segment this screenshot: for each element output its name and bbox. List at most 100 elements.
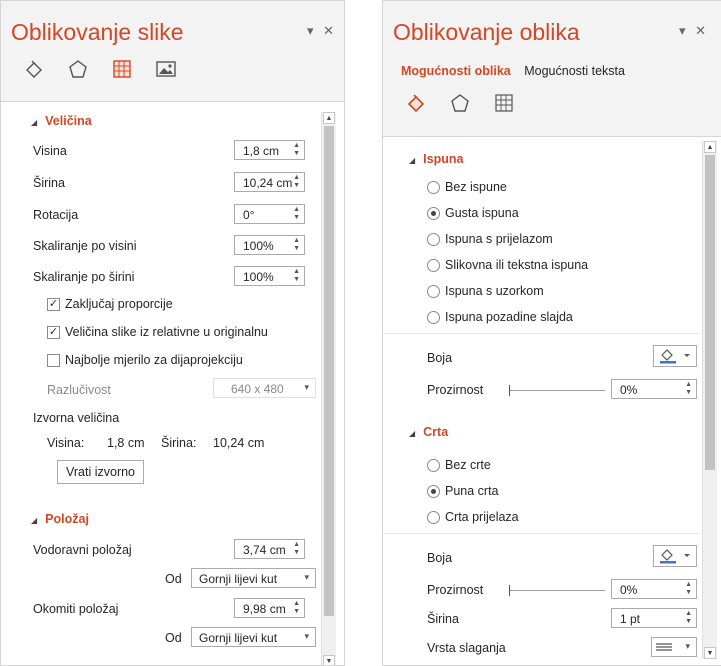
- pane-options-button[interactable]: ▾: [679, 23, 686, 38]
- fill-transparency-label: Prozirnost: [427, 383, 484, 397]
- spinner-icon[interactable]: ▲ ▼: [685, 610, 692, 626]
- format-picture-pane: Oblikovanje slike ▾ ✕ ▲ ▼ ◢ Veličina Visi…: [0, 0, 345, 666]
- chevron-down-icon: ▾: [304, 631, 309, 641]
- close-pane-button[interactable]: ✕: [695, 23, 706, 38]
- collapse-triangle-icon: ◢: [31, 516, 38, 525]
- options-tabs: Mogućnosti oblika Mogućnosti teksta: [401, 64, 625, 78]
- line-section-header[interactable]: ◢ Crta: [409, 425, 721, 439]
- line-color-button[interactable]: [653, 545, 697, 567]
- scroll-thumb[interactable]: [324, 126, 334, 616]
- lock-aspect-checkbox[interactable]: ✓: [47, 298, 60, 311]
- spinner-icon[interactable]: ▲ ▼: [293, 237, 300, 253]
- fill-option-label[interactable]: Slikovna ili tekstna ispuna: [445, 258, 588, 272]
- original-width-label: Širina:: [161, 436, 197, 450]
- relative-size-checkbox[interactable]: ✓: [47, 326, 60, 339]
- vertical-scrollbar[interactable]: ▲ ▼: [702, 141, 717, 659]
- horizontal-from-dropdown[interactable]: Gornji lijevi kut ▾: [191, 568, 316, 588]
- line-transparency-value: 0%: [620, 583, 638, 597]
- line-width-input[interactable]: 1 pt ▲ ▼: [611, 608, 697, 628]
- scale-height-input[interactable]: 100% ▲ ▼: [234, 235, 305, 255]
- pane-options-button[interactable]: ▾: [307, 23, 314, 38]
- effects-icon[interactable]: [67, 58, 89, 80]
- collapse-triangle-icon: ◢: [409, 429, 416, 438]
- resolution-value: 640 x 480: [231, 382, 284, 396]
- gradient-fill-radio[interactable]: [427, 233, 440, 246]
- chevron-down-icon: ▾: [304, 382, 309, 392]
- scroll-down-icon[interactable]: ▼: [323, 655, 335, 665]
- spinner-icon[interactable]: ▲ ▼: [685, 381, 692, 397]
- divider: [383, 533, 701, 534]
- pane-content: ▲ ▼ ◢ Ispuna Bez ispune Gusta ispuna Ispu…: [383, 137, 721, 665]
- fill-transparency-slider[interactable]: [509, 385, 605, 396]
- relative-size-label[interactable]: Veličina slike iz relativne u originalnu: [65, 325, 268, 339]
- spinner-icon[interactable]: ▲ ▼: [293, 142, 300, 158]
- vertical-from-dropdown[interactable]: Gornji lijevi kut ▾: [191, 627, 316, 647]
- position-section-header[interactable]: ◢ Položaj: [31, 512, 344, 526]
- picture-fill-radio[interactable]: [427, 259, 440, 272]
- spinner-icon[interactable]: ▲ ▼: [293, 541, 300, 557]
- line-transparency-slider[interactable]: [509, 585, 605, 596]
- close-pane-button[interactable]: ✕: [323, 23, 334, 38]
- original-height-label: Visina:: [47, 436, 85, 450]
- size-properties-icon[interactable]: [111, 58, 133, 80]
- from-label: Od: [165, 572, 182, 586]
- size-properties-icon[interactable]: [493, 92, 515, 114]
- scroll-down-icon[interactable]: ▼: [704, 647, 716, 659]
- fill-option-label[interactable]: Gusta ispuna: [445, 206, 519, 220]
- line-transparency-input[interactable]: 0% ▲ ▼: [611, 579, 697, 599]
- rotation-label: Rotacija: [33, 208, 79, 222]
- fill-section-header[interactable]: ◢ Ispuna: [409, 152, 721, 166]
- from-label: Od: [165, 631, 182, 645]
- spinner-icon[interactable]: ▲ ▼: [293, 600, 300, 616]
- effects-icon[interactable]: [449, 92, 471, 114]
- spinner-icon[interactable]: ▲ ▼: [293, 174, 300, 190]
- compound-lines-icon: [656, 643, 672, 651]
- spinner-icon[interactable]: ▲ ▼: [685, 581, 692, 597]
- no-line-radio[interactable]: [427, 459, 440, 472]
- resolution-dropdown: 640 x 480 ▾: [213, 378, 316, 398]
- line-option-label[interactable]: Crta prijelaza: [445, 510, 519, 524]
- fill-color-button[interactable]: [653, 345, 697, 367]
- fill-option-label[interactable]: Bez ispune: [445, 180, 507, 194]
- scale-width-label: Skaliranje po širini: [33, 270, 135, 284]
- picture-icon[interactable]: [155, 58, 177, 80]
- width-input[interactable]: 10,24 cm ▲ ▼: [234, 172, 305, 192]
- reset-button[interactable]: Vrati izvorno: [57, 460, 145, 484]
- line-option-label[interactable]: Bez crte: [445, 458, 491, 472]
- scroll-thumb[interactable]: [705, 155, 715, 470]
- size-section-header[interactable]: ◢ Veličina: [31, 114, 344, 128]
- best-scale-checkbox[interactable]: [47, 354, 60, 367]
- fill-line-icon[interactable]: [405, 92, 427, 114]
- gradient-line-radio[interactable]: [427, 511, 440, 524]
- resolution-label: Razlučivost: [47, 383, 111, 397]
- height-label: Visina: [33, 144, 67, 158]
- best-scale-label[interactable]: Najbolje mjerilo za dijaprojekciju: [65, 353, 243, 367]
- pattern-fill-radio[interactable]: [427, 285, 440, 298]
- fill-option-label[interactable]: Ispuna s uzorkom: [445, 284, 544, 298]
- slide-background-fill-radio[interactable]: [427, 311, 440, 324]
- fill-transparency-input[interactable]: 0% ▲ ▼: [611, 379, 697, 399]
- rotation-input[interactable]: 0° ▲ ▼: [234, 204, 305, 224]
- height-input[interactable]: 1,8 cm ▲ ▼: [234, 140, 305, 160]
- compound-type-label: Vrsta slaganja: [427, 641, 506, 655]
- solid-line-radio[interactable]: [427, 485, 440, 498]
- vertical-position-input[interactable]: 9,98 cm ▲ ▼: [234, 598, 305, 618]
- spinner-icon[interactable]: ▲ ▼: [293, 268, 300, 284]
- fill-line-icon[interactable]: [23, 58, 45, 80]
- scale-width-input[interactable]: 100% ▲ ▼: [234, 266, 305, 286]
- compound-type-dropdown[interactable]: ▾: [651, 637, 697, 657]
- no-fill-radio[interactable]: [427, 181, 440, 194]
- divider: [383, 333, 701, 334]
- spinner-icon[interactable]: ▲ ▼: [293, 206, 300, 222]
- vertical-scrollbar[interactable]: ▲ ▼: [321, 112, 336, 665]
- tab-text-options[interactable]: Mogućnosti teksta: [524, 64, 625, 78]
- line-option-label[interactable]: Puna crta: [445, 484, 499, 498]
- original-size-label: Izvorna veličina: [33, 411, 120, 425]
- fill-option-label[interactable]: Ispuna pozadine slajda: [445, 310, 573, 324]
- horizontal-position-input[interactable]: 3,74 cm ▲ ▼: [234, 539, 305, 559]
- vertical-position-value: 9,98 cm: [243, 602, 286, 616]
- lock-aspect-label[interactable]: Zaključaj proporcije: [65, 297, 173, 311]
- fill-option-label[interactable]: Ispuna s prijelazom: [445, 232, 553, 246]
- solid-fill-radio[interactable]: [427, 207, 440, 220]
- tab-shape-options[interactable]: Mogućnosti oblika: [401, 64, 511, 78]
